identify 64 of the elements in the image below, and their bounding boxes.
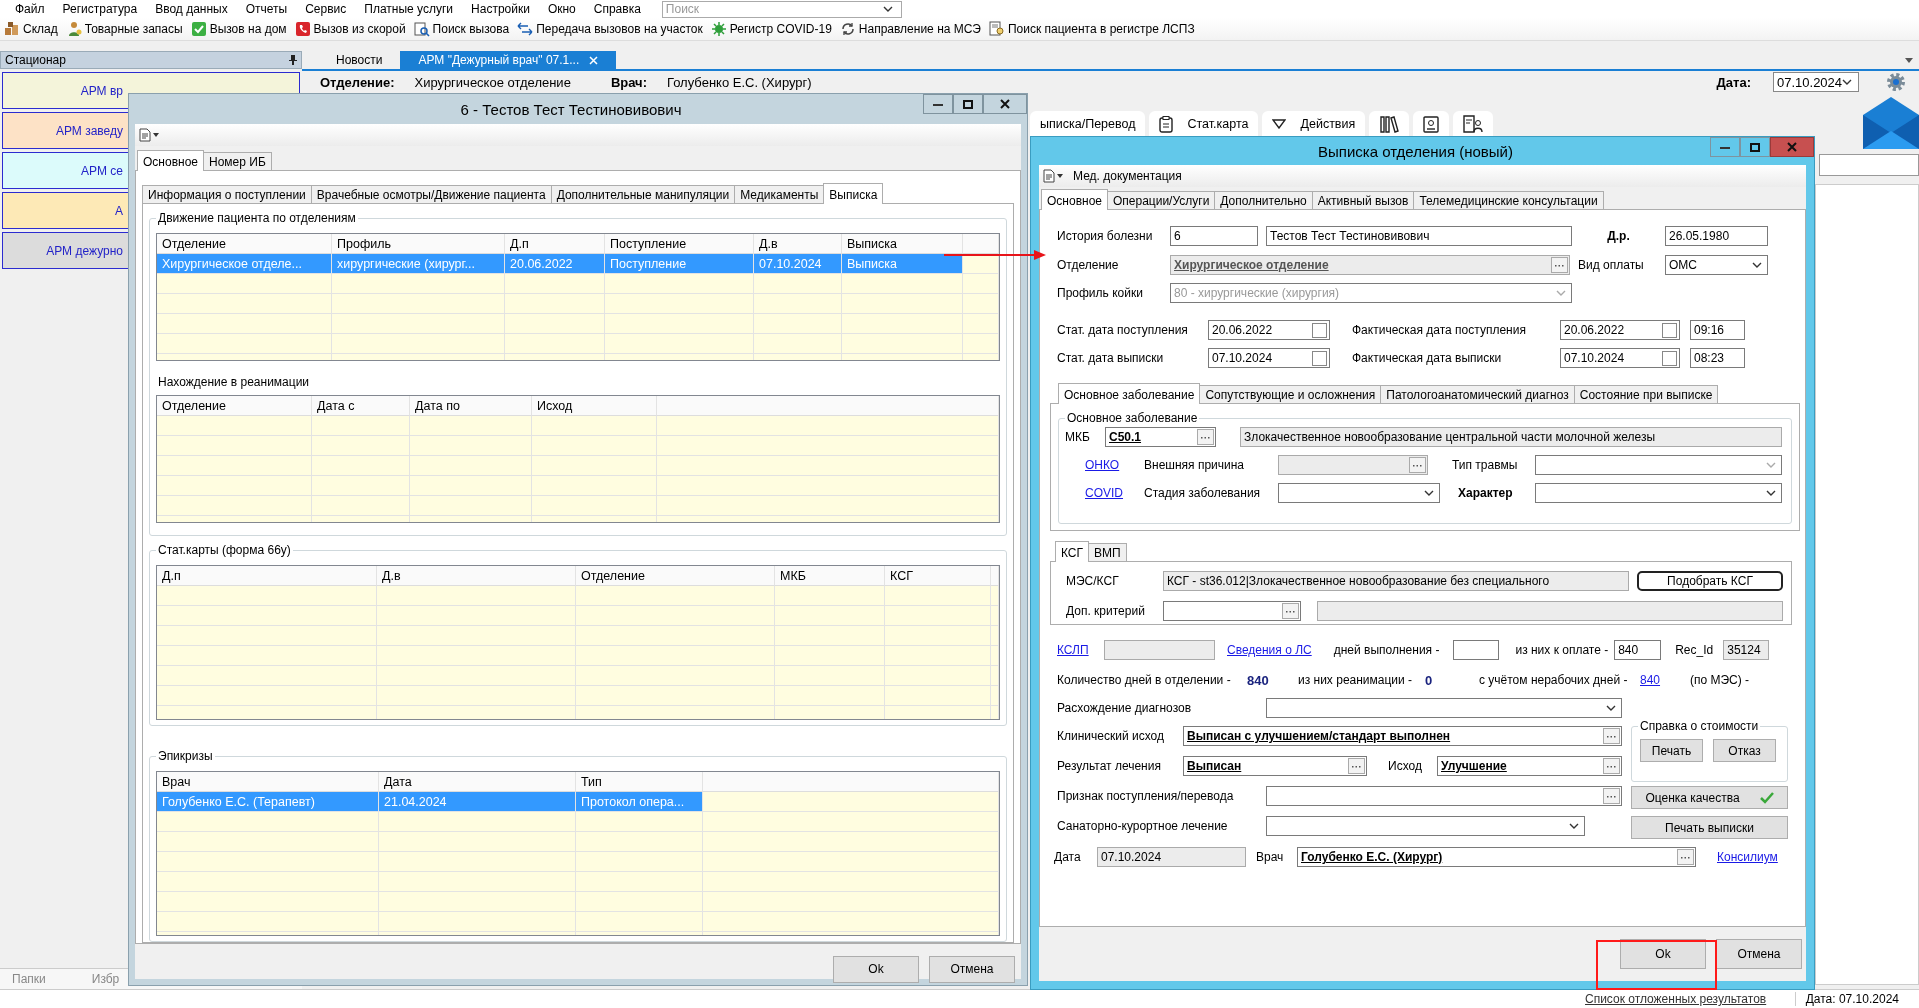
column-header: Дата по [410,396,532,416]
group-title: Справка о стоимости [1638,719,1761,733]
column-header: Д.п [157,566,377,586]
field-label: Отделение: [320,74,395,90]
section-title: Нахождение в реанимации [158,375,311,389]
day-count: 840 [1247,672,1270,688]
field-label: Фактическая дата выписки [1352,351,1503,365]
table-cell: 21.04.2024 [379,792,576,812]
column-header: КСГ [885,566,991,586]
field-label: Доп. критерий [1066,604,1146,618]
field-label: (по МЭС) - [1690,673,1750,687]
group-title: Эпикризы [156,749,215,763]
field-label: Врач: [610,74,647,90]
table-cell: Поступление [605,254,754,274]
field-label: Клинический исход [1057,729,1165,743]
column-header: Отделение [576,566,775,586]
window-title: 6 - Тестов Тест Тестиновивович [459,100,683,118]
field-label: Количество дней в отделении - [1057,673,1232,687]
field-label: Профиль койки [1057,286,1144,300]
field-value: Голубенко Е.С. (Хирург) [667,74,812,90]
table-cell: хирургические (хирург... [332,254,505,274]
group-title: Основное заболевание [1065,411,1200,425]
column-header: Исход [532,396,657,416]
field-label: из них к оплате - [1515,643,1609,657]
field-label: Внешняя причина [1144,458,1246,472]
column-header: Д.в [377,566,576,586]
field-label: Д.р. [1606,229,1631,243]
day-count: 0 [1425,672,1434,688]
table-cell: 20.06.2022 [505,254,605,274]
field-label: Характер [1458,486,1514,500]
field-label: История болезни [1057,229,1154,243]
field-label: Стат. дата поступления [1057,323,1189,337]
field-label: Дата: [1716,74,1751,90]
table-cell: 07.10.2024 [754,254,842,274]
field-label: Признак поступления/перевода [1057,789,1235,803]
field-label: МКБ [1065,430,1091,444]
field-label: Дата [1054,850,1082,864]
field-label: Фактическая дата поступления [1352,323,1527,337]
table-cell: Голубенко Е.С. (Терапевт) [157,792,379,812]
column-header: Отделение [157,396,312,416]
field-label: Санаторно-курортное лечение [1057,819,1229,833]
field-label: Тип травмы [1452,458,1519,472]
field-label: Вид оплаты [1577,258,1645,272]
field-label: с учётом нерабочих дней - [1479,673,1629,687]
column-header: Дата с [312,396,410,416]
field-label: Стадия заболевания [1144,486,1262,500]
table-cell: Хирургическое отделе... [157,254,332,274]
field-label: дней выполнения - [1333,643,1440,657]
field-label: из них реанимации - [1298,673,1414,687]
field-value: Хирургическое отделение [414,74,571,90]
group-title: Движение пациента по отделениям [156,211,358,225]
panel-title: Стационар [5,53,66,67]
field-label: МЭС/КСГ [1066,574,1120,588]
status-text: Дата: 07.10.2024 [1794,992,1899,1006]
field-label: Расхождение диагнозов [1057,701,1193,715]
field-label: Стат. дата выписки [1057,351,1165,365]
field-label: Исход [1387,759,1423,773]
field-label: Результат лечения [1057,759,1162,773]
window-title: Выписка отделения (новый) [1317,142,1514,160]
column-header: МКБ [775,566,885,586]
group-title: Стат.карты (форма 66у) [156,543,293,557]
field-label: Отделение [1057,258,1120,272]
field-label: Rec_Id [1675,643,1714,657]
field-label: Врач [1256,850,1285,864]
